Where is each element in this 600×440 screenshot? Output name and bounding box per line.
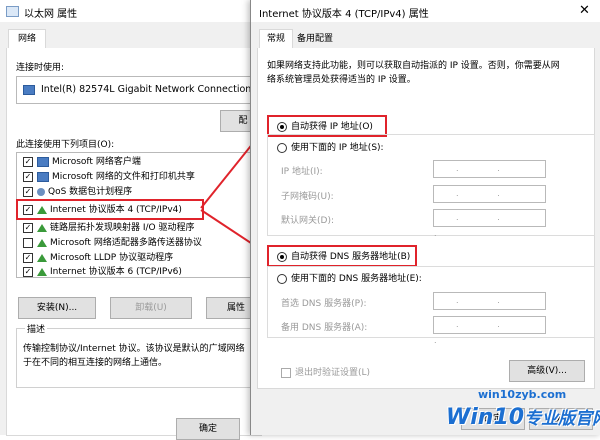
tab-general-label: 常规 [266,34,285,44]
ip-address-label: IP 地址(I): [281,167,323,177]
tab-alternate[interactable]: 备用配置 [297,30,333,48]
auto-ip-radio[interactable]: 自动获得 IP 地址(O) [277,119,373,132]
auto-dns-radio[interactable]: 自动获得 DNS 服务器地址(B) [277,249,410,262]
close-icon[interactable]: ✕ [579,3,590,18]
watermark-suffix: 专业版官网 [524,409,600,429]
validate-on-exit-label: 退出时验证设置(L) [295,368,371,378]
watermark-url: win10zyb.com [478,388,567,401]
checkbox[interactable] [281,367,291,378]
radio-button[interactable] [277,273,287,284]
intro-text-1: 如果网络支持此功能，则可以获取自动指派的 IP 设置。否则，你需要从网 [267,61,560,71]
validate-on-exit-checkbox[interactable]: 退出时验证设置(L) [281,365,370,378]
advanced-button[interactable]: 高级(V)... [509,360,585,382]
subnet-mask-label: 子网掩码(U): [281,192,334,202]
manual-dns-label: 使用下面的 DNS 服务器地址(E): [291,274,422,284]
watermark-prefix: Win10 [446,405,525,430]
auto-dns-label: 自动获得 DNS 服务器地址(B) [291,252,411,262]
ip-address-field[interactable]: . . . [433,160,546,189]
radio-button[interactable] [277,251,287,262]
dialog-title-bar[interactable]: Internet 协议版本 4 (TCP/IPv4) 属性 ✕ [251,0,600,22]
manual-dns-radio[interactable]: 使用下面的 DNS 服务器地址(E): [277,271,422,284]
manual-ip-radio[interactable]: 使用下面的 IP 地址(S): [277,140,384,153]
dialog-tab-bar: 常规 备用配置 [257,26,593,49]
preferred-dns-label: 首选 DNS 服务器(P): [281,299,367,309]
preferred-dns-field[interactable]: . . . [433,292,546,321]
gateway-field[interactable]: . . . [433,209,546,238]
dialog-title: Internet 协议版本 4 (TCP/IPv4) 属性 [259,9,429,20]
tab-alternate-label: 备用配置 [297,34,334,44]
alternate-dns-label: 备用 DNS 服务器(A): [281,323,368,333]
alternate-dns-field[interactable]: . . . [433,316,546,345]
gateway-label: 默认网关(D): [281,216,334,226]
tab-general[interactable]: 常规 [259,29,293,48]
radio-button[interactable] [277,142,287,153]
auto-ip-label: 自动获得 IP 地址(O) [291,122,373,132]
advanced-button-label: 高级(V)... [527,366,567,376]
radio-button[interactable] [277,121,287,132]
subnet-mask-field[interactable]: . . . [433,185,546,214]
watermark-logo: Win10专业版官网 [446,404,600,430]
ipv4-properties-dialog: Internet 协议版本 4 (TCP/IPv4) 属性 ✕ 常规 备用配置 … [250,0,600,435]
intro-text-2: 络系统管理员处获得适当的 IP 设置。 [267,75,416,85]
manual-ip-label: 使用下面的 IP 地址(S): [291,143,384,153]
